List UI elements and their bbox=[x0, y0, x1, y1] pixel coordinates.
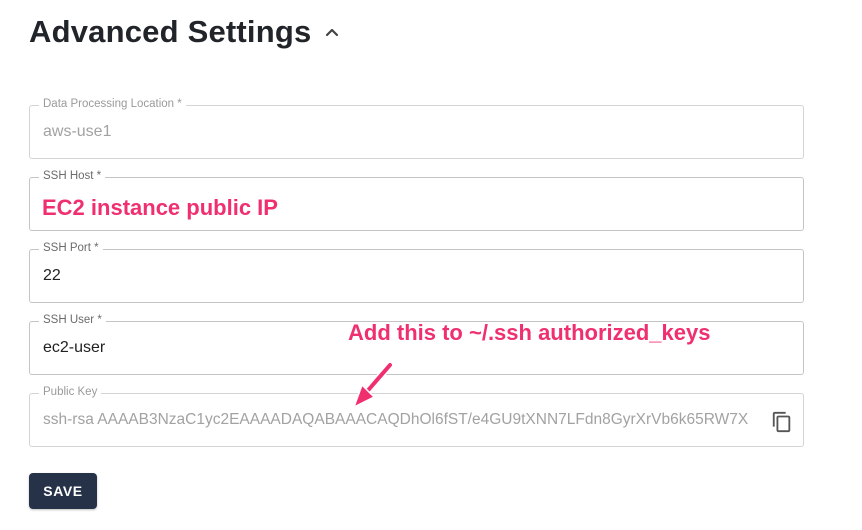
field-value[interactable]: 22 bbox=[43, 267, 61, 285]
host-annotation: EC2 instance public IP bbox=[42, 195, 278, 220]
public-key-field: Public Key ssh-rsa AAAAB3NzaC1yc2EAAAADA… bbox=[29, 384, 804, 447]
key-annotation: Add this to ~/.ssh authorized_keys bbox=[348, 320, 711, 345]
arrow-annotation-icon bbox=[353, 361, 394, 408]
save-button[interactable]: SAVE bbox=[29, 473, 97, 509]
ssh-port-field[interactable]: SSH Port * 22 bbox=[29, 240, 804, 303]
field-label: SSH Port * bbox=[39, 240, 103, 256]
section-title: Advanced Settings bbox=[29, 14, 312, 49]
field-label: Data Processing Location * bbox=[39, 96, 186, 112]
field-label: SSH Host * bbox=[39, 168, 106, 184]
chevron-up-icon[interactable] bbox=[325, 25, 339, 39]
field-value[interactable]: ec2-user bbox=[43, 339, 105, 357]
field-value: aws-use1 bbox=[43, 123, 112, 140]
field-label: Public Key bbox=[39, 384, 102, 400]
field-label: SSH User * bbox=[39, 312, 106, 328]
section-header: Advanced Settings bbox=[29, 14, 339, 50]
copy-icon[interactable] bbox=[771, 411, 793, 433]
data-processing-location-field: Data Processing Location * aws-use1 bbox=[29, 96, 804, 159]
